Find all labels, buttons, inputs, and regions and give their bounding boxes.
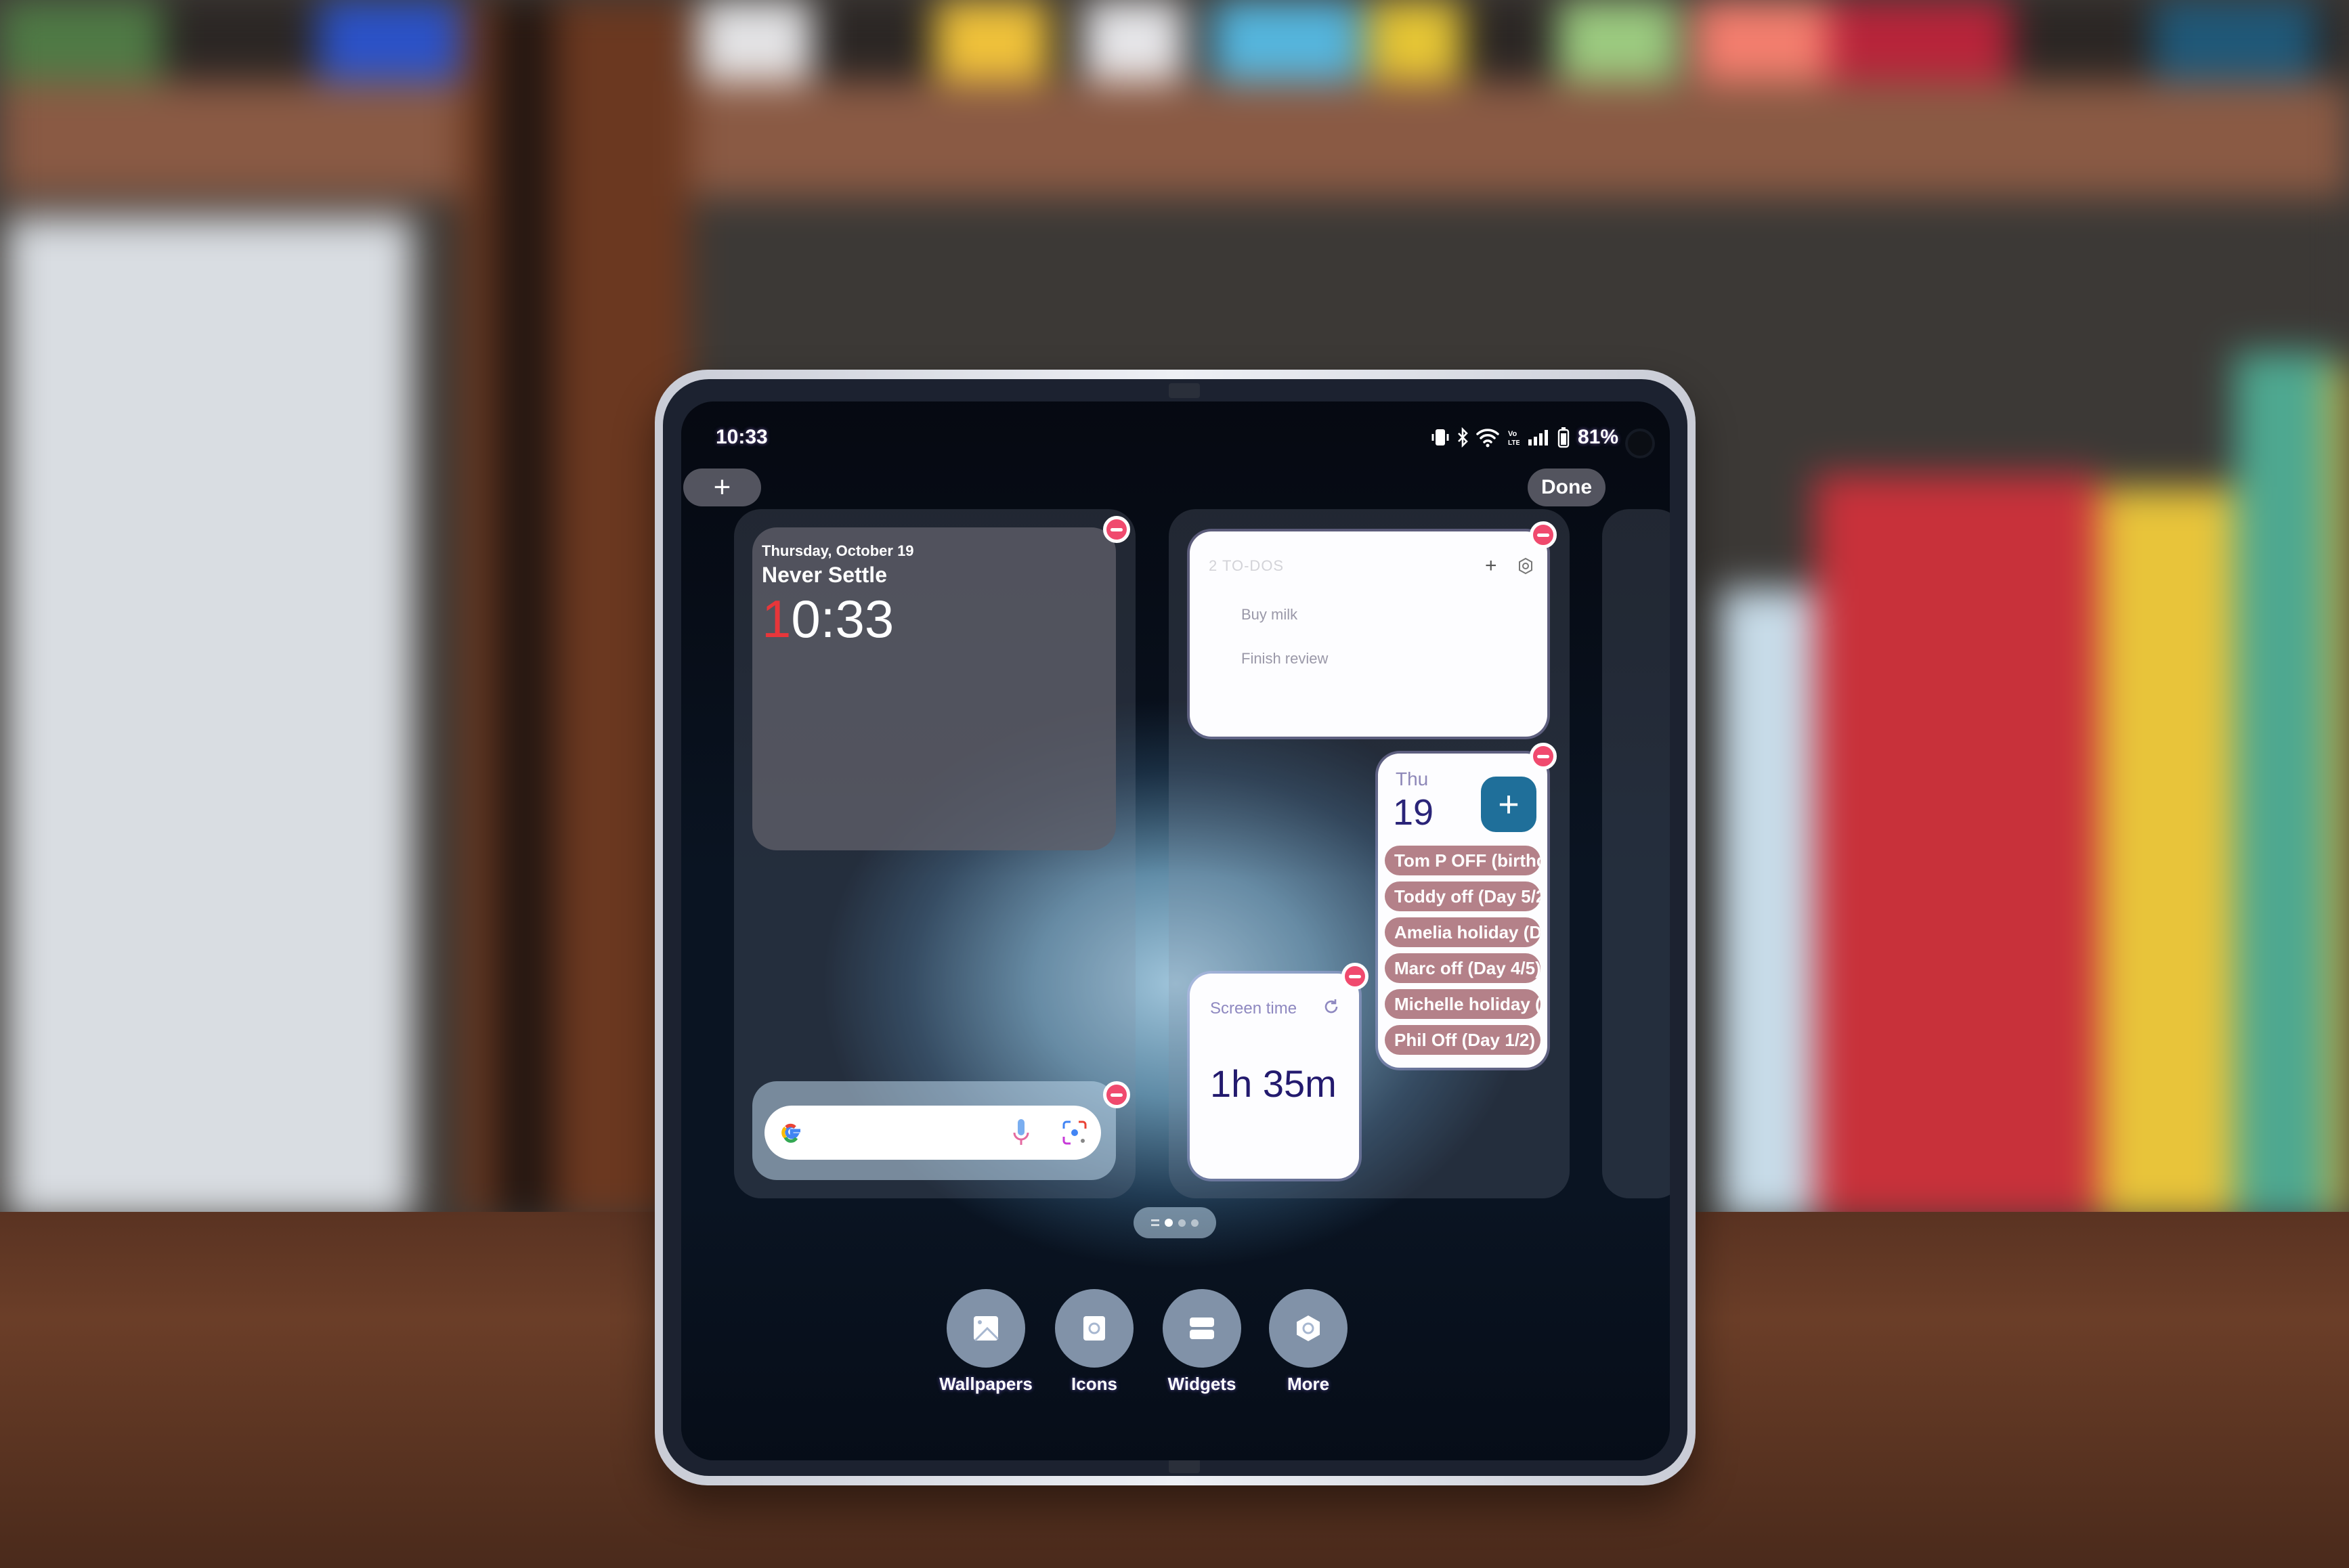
done-button[interactable]: Done bbox=[1528, 469, 1605, 506]
todo-item[interactable]: Buy milk bbox=[1241, 606, 1297, 624]
google-logo-icon bbox=[781, 1123, 800, 1143]
page-dot[interactable] bbox=[1178, 1219, 1186, 1227]
clock-time-accent-digit: 1 bbox=[762, 589, 792, 649]
vibrate-icon bbox=[1431, 429, 1449, 445]
calendar-event[interactable]: Marc off (Day 4/5) bbox=[1385, 953, 1540, 983]
bluetooth-icon bbox=[1458, 427, 1468, 448]
add-widget-button[interactable]: + bbox=[683, 469, 761, 506]
more-label: More bbox=[1287, 1374, 1330, 1394]
clock-widget-motto: Never Settle bbox=[762, 563, 887, 587]
todo-settings-icon[interactable] bbox=[1517, 557, 1534, 575]
clock-widget-time: 10:33 bbox=[762, 592, 894, 645]
calendar-event[interactable]: Amelia holiday (Da bbox=[1385, 917, 1540, 947]
widgets-button[interactable] bbox=[1163, 1289, 1241, 1368]
next-page-peek[interactable] bbox=[1602, 509, 1670, 1198]
remove-screen-time-widget-button[interactable] bbox=[1341, 963, 1369, 990]
todo-add-button[interactable]: + bbox=[1485, 554, 1497, 578]
svg-text:Vo: Vo bbox=[1508, 430, 1517, 438]
microphone-icon[interactable] bbox=[1012, 1118, 1031, 1148]
calendar-event[interactable]: Toddy off (Day 5/2 bbox=[1385, 881, 1540, 911]
wallpapers-button[interactable] bbox=[947, 1289, 1025, 1368]
home-screen-edit-mode: 10:33 Vo LTE 81% + Done Thursday, October… bbox=[681, 401, 1670, 1460]
calendar-event[interactable]: Tom P OFF (birthd bbox=[1385, 846, 1540, 875]
icons-icon bbox=[1083, 1316, 1105, 1341]
wifi-icon bbox=[1476, 429, 1499, 448]
remove-clock-widget-button[interactable] bbox=[1103, 516, 1130, 543]
page-indicator-home-lines bbox=[1151, 1219, 1159, 1226]
calendar-widget[interactable]: Thu 19 + Tom P OFF (birthd Toddy off (Da… bbox=[1378, 754, 1547, 1068]
svg-text:LTE: LTE bbox=[1508, 439, 1520, 447]
google-lens-icon[interactable] bbox=[1061, 1119, 1088, 1146]
calendar-event[interactable]: Phil Off (Day 1/2) bbox=[1385, 1025, 1540, 1055]
google-search-bar[interactable] bbox=[764, 1106, 1101, 1160]
battery-icon bbox=[1557, 427, 1570, 448]
more-button[interactable] bbox=[1269, 1289, 1348, 1368]
screen-time-widget[interactable]: Screen time 1h 35m bbox=[1190, 974, 1359, 1179]
hinge-bottom bbox=[1169, 1458, 1200, 1473]
page-indicator[interactable] bbox=[1134, 1207, 1216, 1238]
hinge-top bbox=[1169, 383, 1200, 398]
screen-time-value: 1h 35m bbox=[1210, 1062, 1337, 1105]
front-camera bbox=[1625, 429, 1655, 458]
clock-widget[interactable]: Thursday, October 19 Never Settle 10:33 bbox=[752, 527, 1116, 850]
calendar-add-event-button[interactable]: + bbox=[1481, 777, 1536, 832]
page-dot-active[interactable] bbox=[1165, 1219, 1173, 1227]
clock-widget-date: Thursday, October 19 bbox=[762, 542, 914, 559]
status-time: 10:33 bbox=[716, 426, 768, 448]
page-dot[interactable] bbox=[1191, 1219, 1199, 1227]
status-icons: Vo LTE 81% bbox=[1431, 426, 1618, 449]
remove-todo-widget-button[interactable] bbox=[1530, 521, 1557, 548]
wallpaper-icon bbox=[974, 1316, 999, 1342]
remove-calendar-widget-button[interactable] bbox=[1530, 743, 1557, 770]
calendar-date: 19 bbox=[1393, 792, 1434, 833]
calendar-day: Thu bbox=[1396, 768, 1429, 789]
refresh-icon[interactable] bbox=[1322, 998, 1340, 1016]
foldable-phone: 10:33 Vo LTE 81% + Done Thursday, October… bbox=[655, 370, 1696, 1485]
todo-widget[interactable]: 2 TO-DOS + Buy milk Finish review bbox=[1190, 531, 1547, 737]
clock-time-rest: 0:33 bbox=[791, 589, 895, 649]
signal-icon bbox=[1528, 430, 1548, 445]
calendar-event[interactable]: Michelle holiday (D bbox=[1385, 989, 1540, 1019]
remove-search-widget-button[interactable] bbox=[1103, 1081, 1130, 1108]
todo-title: 2 TO-DOS bbox=[1209, 557, 1285, 574]
widgets-icon bbox=[1190, 1317, 1214, 1339]
more-settings-icon bbox=[1297, 1315, 1320, 1341]
volte-icon: VoLTE bbox=[1508, 430, 1520, 447]
screen-time-title: Screen time bbox=[1210, 999, 1297, 1018]
icons-button[interactable] bbox=[1055, 1289, 1134, 1368]
battery-percent: 81% bbox=[1578, 426, 1619, 448]
todo-item[interactable]: Finish review bbox=[1241, 650, 1328, 668]
